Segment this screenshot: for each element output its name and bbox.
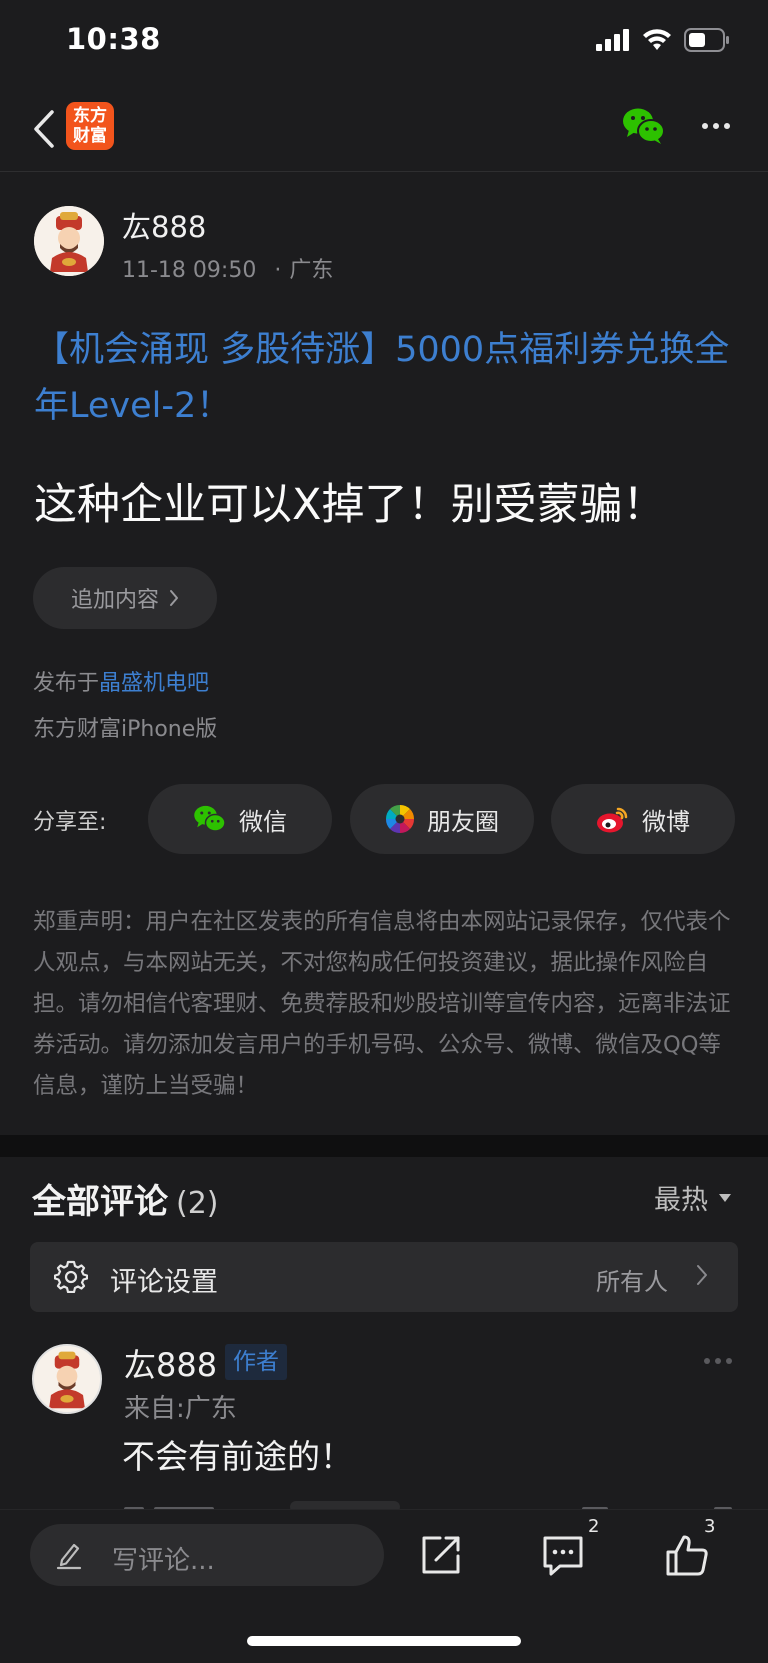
more-dot-icon	[715, 1358, 721, 1364]
post-author-name[interactable]: 厷888	[122, 204, 206, 246]
wechat-share-button[interactable]	[622, 106, 666, 146]
comments-title: 全部评论	[32, 1182, 168, 1222]
comments-header: 全部评论 (2)	[32, 1174, 219, 1223]
published-in: 发布于晶盛机电吧	[33, 665, 209, 697]
comment-settings-row[interactable]: 评论设置 所有人	[30, 1242, 738, 1312]
comment-count-badge: 2	[588, 1516, 600, 1537]
comment-author-name[interactable]: 厷888	[124, 1340, 217, 1386]
wifi-icon	[643, 29, 671, 50]
published-prefix: 发布于	[33, 671, 100, 696]
like-button[interactable]	[664, 1532, 710, 1578]
section-divider	[0, 1135, 768, 1157]
comments-button[interactable]	[540, 1532, 586, 1578]
wechat-icon	[194, 805, 226, 832]
add-content-button[interactable]: 追加内容	[33, 567, 217, 629]
comment-text: 不会有前途的！	[122, 1437, 353, 1476]
more-dot-icon	[726, 1358, 732, 1364]
add-content-label: 追加内容	[70, 588, 159, 613]
compose-comment-input[interactable]: 写评论...	[30, 1524, 384, 1586]
caishen-avatar-icon	[34, 206, 104, 276]
post-platform: 东方财富iPhone版	[33, 717, 218, 742]
share-wechat-button[interactable]: 微信	[148, 784, 332, 854]
comment-more-button[interactable]	[704, 1358, 732, 1364]
post-location: 广东	[289, 258, 334, 283]
logo-line1: 东方	[73, 106, 107, 126]
chevron-right-icon	[697, 1265, 707, 1285]
share-icon	[422, 1536, 460, 1574]
meta-separator: ·	[274, 258, 282, 283]
sort-label: 最热	[654, 1185, 708, 1216]
pencil-icon	[56, 1543, 82, 1570]
moments-icon	[385, 804, 415, 834]
battery-icon	[684, 28, 729, 52]
chevron-right-icon	[170, 590, 178, 606]
share-wechat-label: 微信	[239, 807, 287, 836]
comments-count: (2)	[176, 1186, 219, 1221]
author-avatar[interactable]	[34, 206, 104, 276]
back-button[interactable]	[24, 106, 64, 152]
comment-author-avatar[interactable]	[32, 1344, 102, 1414]
nav-bar: 东方 财富	[0, 86, 768, 172]
more-dot-icon	[724, 123, 730, 129]
comment-settings-value: 所有人	[596, 1268, 668, 1296]
weibo-icon	[597, 807, 628, 833]
eastmoney-logo[interactable]: 东方 财富	[66, 102, 114, 150]
disclaimer-text: 郑重声明：用户在社区发表的所有信息将由本网站记录保存，仅代表个人观点，与本网站无…	[33, 909, 731, 1099]
share-label: 分享至:	[33, 810, 107, 835]
author-badge: 作者	[225, 1344, 287, 1380]
promo-link[interactable]: 【机会涌现 多股待涨】5000点福利券兑换全年Level-2！	[34, 322, 734, 434]
comment-settings-label: 评论设置	[110, 1267, 218, 1298]
sort-dropdown[interactable]: 最热	[654, 1178, 732, 1217]
comment-bubble-icon	[543, 1536, 583, 1576]
signal-icon	[596, 29, 629, 51]
post-title: 这种企业可以X掉了！别受蒙骗！	[34, 480, 666, 530]
share-weibo-label: 微博	[642, 807, 690, 836]
more-dot-icon	[702, 123, 708, 129]
more-menu-button[interactable]	[698, 108, 734, 144]
thumbs-up-icon	[666, 1535, 708, 1576]
like-count-badge: 3	[704, 1516, 716, 1537]
wechat-icon	[623, 108, 665, 144]
gear-icon	[54, 1260, 88, 1293]
post-meta: 11-18 09:50 · 广东	[122, 252, 333, 284]
back-chevron-icon	[34, 110, 54, 148]
comment-origin: 来自:广东	[124, 1394, 237, 1424]
more-dot-icon	[704, 1358, 710, 1364]
status-icons	[596, 28, 730, 52]
caret-down-icon	[719, 1193, 731, 1202]
share-weibo-button[interactable]: 微博	[551, 784, 735, 854]
post-date: 11-18 09:50	[122, 258, 257, 283]
compose-placeholder: 写评论...	[112, 1546, 215, 1576]
home-indicator	[247, 1636, 521, 1646]
logo-line2: 财富	[73, 126, 107, 146]
more-dot-icon	[713, 123, 719, 129]
stock-bar-link[interactable]: 晶盛机电吧	[99, 671, 209, 696]
status-time: 10:38	[66, 22, 161, 56]
caishen-avatar-icon	[34, 1346, 100, 1412]
share-moments-button[interactable]: 朋友圈	[350, 784, 534, 854]
share-button[interactable]	[418, 1532, 464, 1578]
share-moments-label: 朋友圈	[427, 807, 499, 836]
